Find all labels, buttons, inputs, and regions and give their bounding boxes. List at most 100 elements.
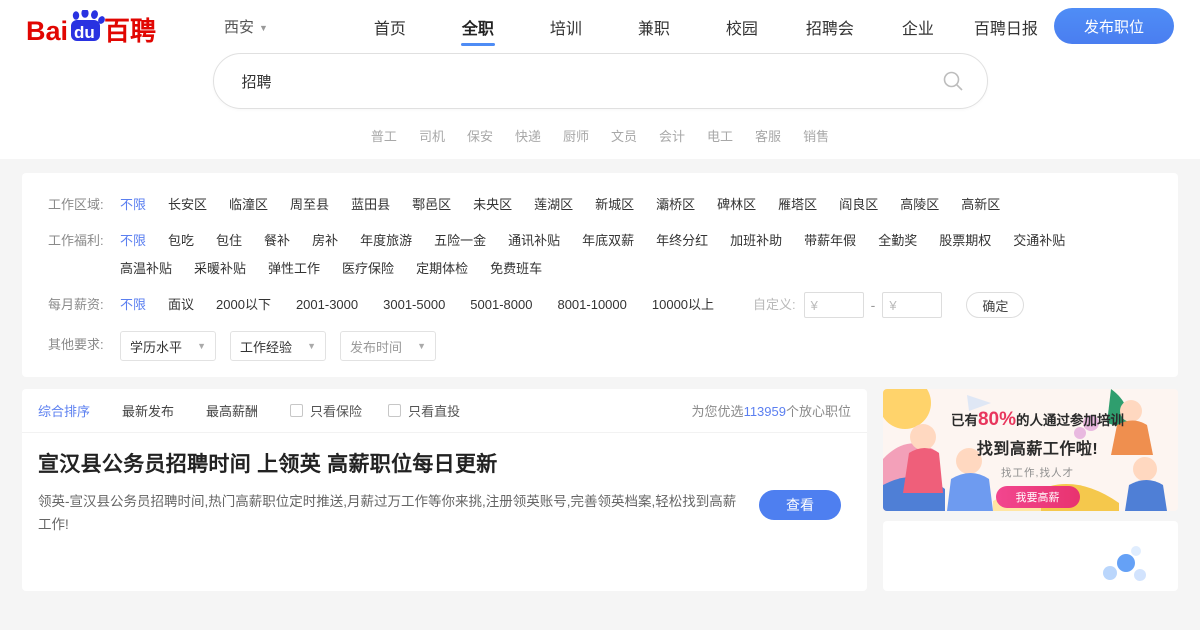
sort-comprehensive[interactable]: 综合排序 [38, 401, 90, 420]
nav-item-campus[interactable]: 校园 [698, 0, 786, 53]
training-ad-banner[interactable]: 已有80%的人通过参加培训 找到高薪工作啦! 找工作,找人才 我要高薪 [883, 389, 1178, 511]
filter-option-area[interactable]: 高新区 [961, 191, 1000, 219]
filter-option-welfare[interactable]: 定期体检 [416, 255, 468, 283]
post-job-button[interactable]: 发布职位 [1054, 8, 1174, 44]
education-select[interactable]: 学历水平 ▼ [120, 331, 216, 361]
filter-option-welfare[interactable]: 不限 [120, 227, 146, 255]
filter-option-welfare[interactable]: 采暖补贴 [194, 255, 246, 283]
filter-option-welfare[interactable]: 高温补贴 [120, 255, 172, 283]
hot-keyword[interactable]: 电工 [707, 126, 733, 145]
filter-option-salary[interactable]: 2001-3000 [296, 291, 358, 319]
ad-line-3: 找工作,找人才 [945, 465, 1130, 480]
ad-line1-suffix: 的人通过参加培训 [1016, 413, 1124, 428]
experience-select[interactable]: 工作经验 ▼ [230, 331, 326, 361]
filter-row-salary: 每月薪资: 不限 面议 2000以下 2001-3000 3001-5000 5… [22, 287, 1178, 323]
filter-option-area[interactable]: 未央区 [473, 191, 512, 219]
hot-keyword[interactable]: 快递 [515, 126, 541, 145]
filter-options-other: 学历水平 ▼ 工作经验 ▼ 发布时间 ▼ [120, 331, 1152, 361]
filter-option-welfare[interactable]: 包住 [216, 227, 242, 255]
svg-text:百聘: 百聘 [104, 16, 156, 44]
filter-option-welfare[interactable]: 医疗保险 [342, 255, 394, 283]
filter-panel: 工作区域: 不限 长安区 临潼区 周至县 蓝田县 鄠邑区 未央区 莲湖区 新城区… [22, 173, 1178, 377]
filter-option-welfare[interactable]: 加班补助 [730, 227, 782, 255]
checkbox-icon [388, 404, 401, 417]
search-input[interactable] [240, 72, 941, 91]
filter-option-salary[interactable]: 面议 [168, 291, 194, 319]
salary-max-input[interactable]: ¥ [882, 292, 942, 318]
sort-highest-salary[interactable]: 最高薪酬 [206, 401, 258, 420]
filter-option-salary[interactable]: 10000以上 [652, 291, 714, 319]
nav-item-parttime[interactable]: 兼职 [610, 0, 698, 53]
baidu-pin-logo[interactable]: Bai du 百聘 [26, 10, 176, 44]
filter-options-welfare: 不限 包吃 包住 餐补 房补 年度旅游 五险一金 通讯补贴 年底双薪 年终分红 … [120, 227, 1152, 283]
hot-keyword[interactable]: 司机 [419, 126, 445, 145]
hot-keyword[interactable]: 普工 [371, 126, 397, 145]
filter-option-welfare[interactable]: 弹性工作 [268, 255, 320, 283]
filter-option-area[interactable]: 灞桥区 [656, 191, 695, 219]
checkbox-insurance-only[interactable]: 只看保险 [290, 401, 362, 420]
checkbox-direct-only[interactable]: 只看直投 [388, 401, 460, 420]
ad-cta-button[interactable]: 我要高薪 [996, 486, 1080, 508]
nav-item-fulltime[interactable]: 全职 [434, 0, 522, 53]
filter-option-area[interactable]: 周至县 [290, 191, 329, 219]
filter-option-welfare[interactable]: 带薪年假 [804, 227, 856, 255]
nav-item-company[interactable]: 企业 [874, 0, 962, 53]
filter-option-area[interactable]: 新城区 [595, 191, 634, 219]
filter-option-salary[interactable]: 不限 [120, 291, 146, 319]
nav-item-daily[interactable]: 百聘日报 [962, 0, 1050, 53]
nav-label: 全职 [462, 15, 494, 39]
hot-keyword[interactable]: 会计 [659, 126, 685, 145]
job-title[interactable]: 宣汉县公务员招聘时间 上领英 高薪职位每日更新 [38, 451, 851, 479]
hot-keyword[interactable]: 厨师 [563, 126, 589, 145]
search-box[interactable] [213, 53, 988, 109]
hot-keyword[interactable]: 文员 [611, 126, 637, 145]
filter-option-area[interactable]: 高陵区 [900, 191, 939, 219]
nav-label: 百聘日报 [974, 15, 1038, 39]
filter-option-area[interactable]: 蓝田县 [351, 191, 390, 219]
filter-option-welfare[interactable]: 年底双薪 [582, 227, 634, 255]
filter-option-welfare[interactable]: 全勤奖 [878, 227, 917, 255]
search-icon[interactable] [941, 69, 965, 93]
nav-item-home[interactable]: 首页 [346, 0, 434, 53]
filter-option-area[interactable]: 不限 [120, 191, 146, 219]
filter-option-welfare[interactable]: 年终分红 [656, 227, 708, 255]
job-list-item: 宣汉县公务员招聘时间 上领英 高薪职位每日更新 领英-宣汉县公务员招聘时间,热门… [22, 433, 867, 546]
search-section: 普工 司机 保安 快递 厨师 文员 会计 电工 客服 销售 [0, 53, 1200, 159]
filter-option-welfare[interactable]: 交通补贴 [1013, 227, 1065, 255]
filter-option-welfare[interactable]: 房补 [312, 227, 338, 255]
publish-time-select[interactable]: 发布时间 ▼ [340, 331, 436, 361]
filter-option-salary[interactable]: 5001-8000 [470, 291, 532, 319]
nav-item-training[interactable]: 培训 [522, 0, 610, 53]
filter-option-area[interactable]: 长安区 [168, 191, 207, 219]
filter-option-area[interactable]: 莲湖区 [534, 191, 573, 219]
city-selector[interactable]: 西安 ▼ [224, 16, 268, 37]
filter-label-other: 其他要求: [48, 331, 120, 359]
salary-min-input[interactable]: ¥ [804, 292, 864, 318]
hot-keyword[interactable]: 客服 [755, 126, 781, 145]
currency-symbol: ¥ [889, 298, 896, 313]
filter-option-salary[interactable]: 8001-10000 [557, 291, 626, 319]
filter-option-welfare[interactable]: 免费班车 [490, 255, 542, 283]
filter-option-welfare[interactable]: 包吃 [168, 227, 194, 255]
sidebar-ads: 已有80%的人通过参加培训 找到高薪工作啦! 找工作,找人才 我要高薪 [883, 389, 1178, 591]
filter-option-area[interactable]: 阎良区 [839, 191, 878, 219]
filter-option-welfare[interactable]: 通讯补贴 [508, 227, 560, 255]
filter-option-area[interactable]: 临潼区 [229, 191, 268, 219]
filter-option-area[interactable]: 鄠邑区 [412, 191, 451, 219]
hot-keyword[interactable]: 保安 [467, 126, 493, 145]
ad-line-2: 找到高薪工作啦! [945, 435, 1130, 459]
salary-confirm-button[interactable]: 确定 [966, 292, 1024, 318]
filter-option-welfare[interactable]: 餐补 [264, 227, 290, 255]
hot-keyword[interactable]: 销售 [803, 126, 829, 145]
secondary-ad-card[interactable] [883, 521, 1178, 591]
job-view-button[interactable]: 查看 [759, 490, 841, 520]
filter-option-welfare[interactable]: 五险一金 [434, 227, 486, 255]
sort-newest[interactable]: 最新发布 [122, 401, 174, 420]
filter-option-area[interactable]: 碑林区 [717, 191, 756, 219]
filter-option-area[interactable]: 雁塔区 [778, 191, 817, 219]
filter-option-salary[interactable]: 3001-5000 [383, 291, 445, 319]
nav-item-jobfair[interactable]: 招聘会 [786, 0, 874, 53]
filter-option-welfare[interactable]: 年度旅游 [360, 227, 412, 255]
filter-option-welfare[interactable]: 股票期权 [939, 227, 991, 255]
filter-option-salary[interactable]: 2000以下 [216, 291, 271, 319]
